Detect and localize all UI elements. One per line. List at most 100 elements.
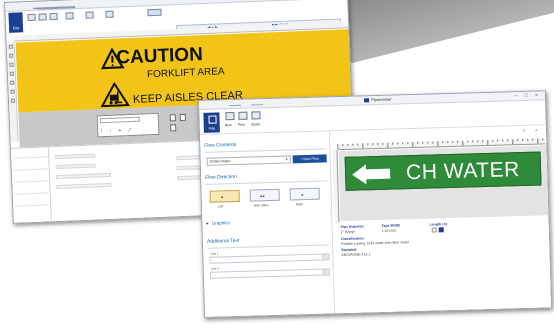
additional-text-heading: Additional Text bbox=[206, 237, 240, 245]
ruler-tick bbox=[517, 139, 519, 142]
color-swatch[interactable] bbox=[438, 227, 444, 233]
styles-icon[interactable] bbox=[251, 111, 261, 120]
file-button[interactable]: File bbox=[203, 112, 220, 133]
ruler-tick bbox=[467, 140, 469, 143]
file-button[interactable]: File bbox=[8, 12, 24, 33]
field-menu-icon[interactable] bbox=[322, 269, 329, 275]
flow-contents-heading: Flow Contents bbox=[204, 141, 237, 149]
ruler-tick bbox=[407, 142, 409, 145]
size-up-button[interactable] bbox=[169, 114, 176, 122]
toolbar-label-new: New bbox=[224, 123, 232, 128]
pipe-marker-label[interactable]: CH WATER bbox=[344, 151, 542, 191]
length-box[interactable] bbox=[431, 227, 437, 233]
graphics-expander[interactable]: ▸ Graphics bbox=[206, 220, 229, 227]
tape-width-value: 1.25 inch bbox=[381, 228, 396, 233]
ruler-tick bbox=[352, 143, 354, 146]
ruler-tick bbox=[502, 139, 504, 142]
text-format-popup[interactable]: I ↕ ≡ ⤢ bbox=[96, 112, 160, 138]
direction-both-button[interactable]: ◂ ▸ bbox=[249, 188, 280, 202]
line2-label: Line 2 bbox=[210, 266, 219, 271]
ruler-tick bbox=[537, 138, 539, 144]
left-arrow-icon bbox=[352, 164, 391, 185]
ruler-tick bbox=[382, 142, 384, 145]
ruler-tick bbox=[447, 141, 449, 144]
chevron-down-icon: ▾ bbox=[285, 156, 288, 162]
ruler-tick bbox=[497, 139, 499, 142]
line2-field[interactable] bbox=[209, 268, 330, 279]
tab-strip-underline bbox=[37, 6, 76, 10]
property-field-4[interactable] bbox=[56, 182, 112, 190]
side-item-2[interactable] bbox=[13, 167, 48, 171]
image-tool-icon[interactable] bbox=[10, 80, 15, 85]
print-icon[interactable] bbox=[238, 111, 248, 120]
ruler-tick bbox=[362, 143, 364, 149]
graphics-label: Graphics bbox=[211, 220, 230, 226]
window-controls[interactable]: – □ × bbox=[514, 92, 541, 99]
ruler-tick bbox=[512, 139, 514, 145]
print-icon[interactable] bbox=[38, 13, 47, 21]
heading-underline bbox=[207, 244, 330, 249]
direction-both-label: Both Sides bbox=[253, 203, 269, 208]
align-button[interactable] bbox=[170, 124, 177, 132]
expand-arrow-icon: ▸ bbox=[206, 220, 209, 226]
ruler-tick bbox=[527, 138, 529, 141]
side-item-3[interactable] bbox=[14, 179, 49, 183]
left-arrow-icon: ◂ bbox=[220, 194, 223, 200]
property-field-1[interactable] bbox=[55, 153, 96, 160]
ruler-tick bbox=[427, 141, 429, 144]
ruler-tick bbox=[542, 138, 544, 141]
ruler-tick bbox=[492, 139, 494, 142]
pipe-marker-text: CH WATER bbox=[405, 158, 521, 185]
ruler-tick bbox=[472, 140, 474, 143]
side-item-1[interactable] bbox=[13, 155, 48, 159]
heading-underline bbox=[205, 180, 328, 185]
home-icon[interactable] bbox=[105, 10, 114, 18]
direction-left-label: Left bbox=[217, 204, 224, 209]
left-panel: Flow Contents Chilled Water ▾ + New Flow… bbox=[199, 131, 336, 318]
template-icon[interactable] bbox=[147, 8, 162, 17]
new-flow-button[interactable]: + New Flow bbox=[292, 154, 327, 164]
property-field-2[interactable] bbox=[55, 163, 96, 170]
line1-field[interactable] bbox=[209, 253, 330, 264]
direction-right-button[interactable]: ▸ bbox=[289, 187, 320, 201]
flow-contents-select[interactable]: Chilled Water ▾ bbox=[206, 155, 291, 166]
toolbar-label-styles: Styles bbox=[250, 122, 261, 127]
ruler-tick bbox=[392, 142, 394, 145]
new-icon[interactable] bbox=[27, 13, 36, 22]
pipe-diameter-label: Pipe Diameter bbox=[340, 224, 364, 230]
document-tabs[interactable] bbox=[229, 102, 273, 107]
field-menu-icon[interactable] bbox=[322, 254, 329, 260]
right-arrow-icon: ▸ bbox=[301, 192, 304, 198]
side-item-5[interactable] bbox=[15, 203, 50, 207]
font-selector[interactable] bbox=[99, 116, 140, 124]
direction-left-button[interactable]: ◂ bbox=[209, 189, 240, 203]
undo-icon[interactable] bbox=[65, 12, 74, 20]
size-down-button[interactable] bbox=[179, 113, 186, 122]
ruler-tick bbox=[417, 141, 419, 144]
line-tool-icon[interactable] bbox=[9, 71, 14, 76]
insert-icon[interactable] bbox=[85, 11, 94, 19]
symbol-tool-icon[interactable] bbox=[10, 98, 16, 103]
ruler-tick bbox=[437, 141, 439, 147]
zoom-controls[interactable]: ⌕ ⌕ bbox=[523, 127, 542, 134]
new-icon[interactable] bbox=[225, 111, 235, 121]
text-tool-icon[interactable] bbox=[9, 53, 14, 58]
styles-icon[interactable] bbox=[49, 12, 58, 21]
ruler-tick bbox=[337, 144, 339, 150]
ruler-tick bbox=[462, 140, 464, 146]
ruler-tick bbox=[477, 140, 479, 143]
shape-tool-icon[interactable] bbox=[9, 62, 14, 67]
toolbar-label-print: Print bbox=[237, 122, 245, 127]
side-item-4[interactable] bbox=[14, 191, 49, 195]
window-title: Pipemarker bbox=[364, 97, 392, 103]
classification-value: Potable cooling, Cold water and other wa… bbox=[341, 240, 410, 247]
barcode-tool-icon[interactable] bbox=[10, 89, 15, 94]
ruler-tick bbox=[377, 142, 379, 146]
ruler-tick bbox=[342, 143, 344, 146]
select-tool-icon[interactable] bbox=[8, 44, 13, 49]
format-buttons[interactable]: I ↕ ≡ ⤢ bbox=[101, 127, 134, 133]
property-field-3[interactable] bbox=[55, 172, 112, 180]
tape-width-label: Tape Width bbox=[381, 223, 401, 228]
heading-underline bbox=[204, 148, 327, 153]
ruler-tick bbox=[442, 141, 444, 144]
